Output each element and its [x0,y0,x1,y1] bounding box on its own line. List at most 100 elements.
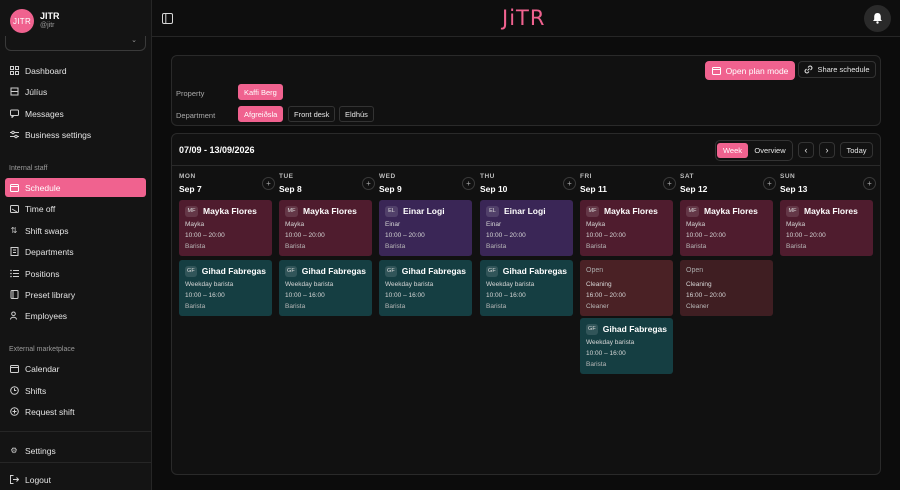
sidebar-item-settings[interactable]: ⚙ Settings [5,441,146,460]
sidebar-item-departments[interactable]: Departments [5,242,146,261]
employee-name: Mayka Flores [303,206,357,216]
shift-position: Barista [185,243,206,250]
bell-icon [872,12,883,26]
shift-card[interactable]: MF Mayka Flores Mayka 10:00 – 20:00 Barista [279,200,372,256]
shift-header: GF Gihad Fabregas [385,265,466,277]
day-column: FRI Sep 11 + [580,173,676,194]
sidebar-item-time-off[interactable]: Time off [5,199,146,218]
employee-initials: MF [586,205,599,217]
shift-card[interactable]: MF Mayka Flores Mayka 10:00 – 20:00 Barista [179,200,272,256]
department-chip-eldhus[interactable]: Eldhús [339,106,374,122]
sidebar-item-request-shift[interactable]: Request shift [5,402,146,421]
shift-header: MF Mayka Flores [586,205,667,217]
shift-time: 10:00 – 20:00 [486,232,526,239]
add-shift-button[interactable]: + [462,177,475,190]
plus-icon: + [667,179,672,188]
shift-card[interactable]: GF Gihad Fabregas Weekday barista 10:00 – 1… [279,260,372,316]
day-column: MON Sep 7 + [179,173,275,194]
day-date: Sep 12 [680,184,708,194]
sidebar-item-label: Messages [25,108,64,119]
sidebar-item-shift-swaps[interactable]: ⇅ Shift swaps [5,221,146,240]
shift-time: 10:00 – 20:00 [385,232,425,239]
shift-card[interactable]: EL Einar Logi Einar 10:00 – 20:00 Barista [480,200,573,256]
employee-initials: GF [385,265,397,277]
sidebar-item-calendar[interactable]: Calendar [5,359,146,378]
shift-card[interactable]: EL Einar Logi Einar 10:00 – 20:00 Barista [379,200,472,256]
shift-header: GF Gihad Fabregas [586,323,667,335]
add-shift-button[interactable]: + [262,177,275,190]
employee-name: Mayka Flores [804,206,858,216]
day-name: TUE [279,173,294,180]
employee-name: Mayka Flores [704,206,758,216]
section-internal-staff: Internal staff [9,165,48,172]
shift-time: 10:00 – 16:00 [586,350,626,357]
gear-icon: ⚙ [10,446,18,455]
sidebar-item-preset-library[interactable]: Preset library [5,285,146,304]
shift-header: MF Mayka Flores [285,205,366,217]
shift-card[interactable]: GF Gihad Fabregas Weekday barista 10:00 – 1… [480,260,573,316]
day-name: SUN [780,173,796,180]
sidebar-item-julius[interactable]: Júlíus [5,82,146,101]
prev-week-button[interactable]: ‹ [798,142,814,158]
sidebar: JITR JITR @jitr ⌄ Dashboard Júlíus Messa… [0,0,152,490]
shift-time: 16:00 – 20:00 [586,292,626,299]
shift-card[interactable]: MF Mayka Flores Mayka 10:00 – 20:00 Barista [680,200,773,256]
shift-card[interactable]: GF Gihad Fabregas Weekday barista 10:00 – 1… [179,260,272,316]
add-shift-button[interactable]: + [362,177,375,190]
shift-header: MF Mayka Flores [786,205,867,217]
shift-card[interactable]: MF Mayka Flores Mayka 10:00 – 20:00 Barista [780,200,873,256]
schedule-header: 07/09 - 13/09/2026 Week Overview ‹ › Tod… [172,134,880,166]
day-date: Sep 10 [480,184,508,194]
employee-initials: GF [185,265,197,277]
notifications-button[interactable] [864,5,891,32]
shift-role: Mayka [285,221,305,228]
sidebar-item-shifts[interactable]: Shifts [5,381,146,400]
shift-header: MF Mayka Flores [686,205,767,217]
sidebar-item-employees[interactable]: Employees [5,306,146,325]
next-week-button[interactable]: › [819,142,835,158]
open-shift-card[interactable]: Open Cleaning 16:00 – 20:00 Cleaner [580,260,673,316]
org-select[interactable]: ⌄ [5,36,146,51]
share-schedule-button[interactable]: Share schedule [798,61,876,78]
section-external-marketplace: External marketplace [9,346,75,353]
shift-role: Cleaning [586,281,612,288]
add-shift-button[interactable]: + [863,177,876,190]
sidebar-item-messages[interactable]: Messages [5,104,146,123]
today-button[interactable]: Today [840,142,873,158]
sidebar-item-logout[interactable]: Logout [5,470,146,489]
shift-position: Barista [586,243,607,250]
view-week-button[interactable]: Week [717,143,748,158]
top-bar: JiTR [152,0,900,37]
sidebar-item-positions[interactable]: Positions [5,264,146,283]
shift-role: Mayka [586,221,606,228]
department-chip-front-desk[interactable]: Front desk [288,106,336,122]
department-chip-afgreidsla[interactable]: Afgreiðsla [238,106,284,122]
add-shift-button[interactable]: + [763,177,776,190]
filter-panel: Open plan mode Share schedule Property K… [171,55,881,126]
open-shift-card[interactable]: Open Cleaning 16:00 – 20:00 Cleaner [680,260,773,316]
shift-header: GF Gihad Fabregas [486,265,567,277]
property-chip-kaffi-berg[interactable]: Kaffi Berg [238,84,283,100]
shift-card[interactable]: GF Gihad Fabregas Weekday barista 10:00 – 1… [580,318,673,374]
shift-time: 10:00 – 20:00 [686,232,726,239]
employee-name: Gihad Fabregas [301,266,366,276]
open-shift-status: Open [586,267,604,274]
add-shift-button[interactable]: + [563,177,576,190]
shift-card[interactable]: MF Mayka Flores Mayka 10:00 – 20:00 Barista [580,200,673,256]
day-column: SAT Sep 12 + [680,173,776,194]
shift-role: Einar [385,221,401,228]
sidebar-item-dashboard[interactable]: Dashboard [5,61,146,80]
plus-icon: + [466,179,471,188]
sidebar-item-business-settings[interactable]: Business settings [5,125,146,144]
employee-name: Mayka Flores [203,206,257,216]
shift-role: Weekday barista [185,281,234,288]
shift-card[interactable]: GF Gihad Fabregas Weekday barista 10:00 – 1… [379,260,472,316]
shift-header: EL Einar Logi [486,205,567,217]
open-plan-mode-button[interactable]: Open plan mode [705,61,795,80]
add-shift-button[interactable]: + [663,177,676,190]
sidebar-item-label: Request shift [25,406,75,417]
sidebar-toggle-icon[interactable] [160,11,174,25]
view-overview-button[interactable]: Overview [750,143,790,158]
user-profile[interactable]: JITR JITR @jitr [10,9,60,33]
sidebar-item-schedule[interactable]: Schedule [5,178,146,197]
